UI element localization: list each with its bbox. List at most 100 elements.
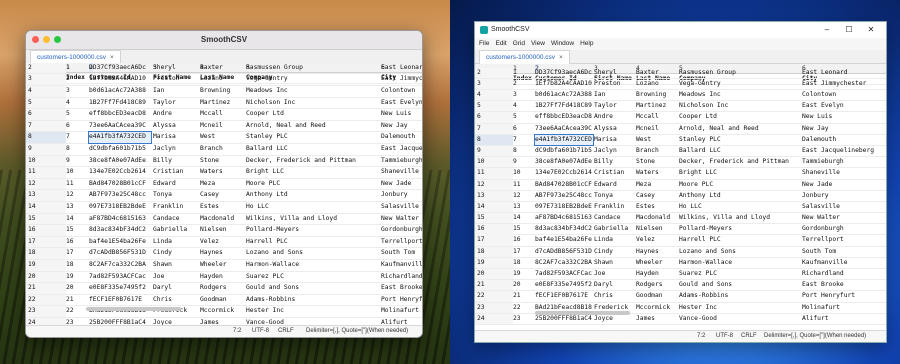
table-cell[interactable]: Cooper Ltd — [246, 109, 378, 120]
table-cell[interactable]: Rodgers — [636, 280, 678, 290]
table-cell[interactable]: Daryl — [594, 280, 635, 290]
table-cell[interactable]: baf4e1E54ba26Fe — [89, 237, 151, 248]
line-ending-indicator[interactable]: CRLF — [741, 331, 757, 342]
csv-grid[interactable]: 1234561IndexCustomer IdFirst NameLast Na… — [26, 63, 422, 325]
table-cell[interactable]: 9 — [66, 156, 88, 167]
table-cell[interactable]: 38ce8fA0e07AdEe — [89, 156, 151, 167]
table-row[interactable]: 7 6 73ee6AaCAcea39C Alyssa Mcneil Arnold, Nea… — [26, 120, 422, 133]
minimize-icon[interactable]: – — [816, 22, 838, 38]
menu-grid[interactable]: Grid — [513, 38, 525, 50]
table-cell[interactable]: West — [200, 132, 245, 143]
table-row[interactable]: 8 7 e4A1fb3fA732CED Marisa West Stanley PLC Da… — [475, 133, 886, 147]
table-cell[interactable]: 2 — [513, 79, 533, 89]
table-row[interactable]: 2 1 DD37Cf93aecA6Dc Sheryl Baxter Rasmussen G… — [26, 63, 422, 75]
table-cell[interactable]: Nielsen — [636, 224, 678, 234]
row-number[interactable]: 22 — [475, 291, 513, 302]
table-cell[interactable]: Cindy — [153, 248, 199, 259]
table-cell[interactable]: Daryl — [153, 283, 199, 294]
table-row[interactable]: 11 10 134e7E02Ccb2614 Cristian Waters Bright … — [26, 167, 422, 179]
table-cell[interactable]: Anthony Ltd — [679, 191, 799, 201]
row-number[interactable]: 15 — [475, 213, 513, 224]
table-cell[interactable]: Franklin — [594, 202, 635, 212]
table-row[interactable]: 18 17 d7cADdB856F531D Cindy Haynes Lozano and… — [475, 246, 886, 258]
row-number[interactable]: 5 — [475, 101, 513, 112]
table-cell[interactable]: Candace — [594, 213, 635, 223]
table-cell[interactable]: 8d3ac834bF34dC2 — [535, 224, 593, 234]
table-cell[interactable]: Wheeler — [636, 258, 678, 268]
encoding-indicator[interactable]: UTF-8 — [716, 331, 733, 342]
table-cell[interactable]: Macdonald — [200, 214, 245, 225]
table-cell[interactable]: Branch — [200, 144, 245, 155]
table-cell[interactable]: Alyssa — [594, 124, 635, 134]
table-row[interactable]: 15 14 aF87BD4c6815163 Candace Macdonald Wilki… — [475, 213, 886, 225]
table-cell[interactable]: Lozano and Sons — [679, 247, 799, 257]
table-cell[interactable]: Ian — [594, 90, 635, 100]
table-cell[interactable]: Tammieburgh — [381, 156, 422, 167]
table-cell[interactable]: Wheeler — [200, 260, 245, 271]
table-cell[interactable]: AB7F973e25C48cc — [535, 191, 593, 201]
table-cell[interactable]: DD37Cf93aecA6Dc — [535, 68, 593, 78]
table-cell[interactable]: Goodman — [636, 291, 678, 301]
table-cell[interactable]: Velez — [200, 237, 245, 248]
table-cell[interactable]: Lozano — [636, 79, 678, 89]
table-row[interactable]: 24 23 25B200FFF8B1aC4 Joyce James Vance-Good A… — [26, 317, 422, 325]
table-row[interactable]: 5 4 1B27Ff7Fd418C89 Taylor Martinez Nicholson… — [26, 97, 422, 110]
table-cell[interactable]: Colontown — [802, 90, 882, 100]
table-cell[interactable]: e4A1fb3fA732CED — [88, 131, 152, 144]
row-number[interactable]: 19 — [26, 259, 66, 271]
table-cell[interactable]: Gabriella — [153, 225, 199, 236]
table-cell[interactable]: 23 — [66, 318, 88, 325]
table-cell[interactable]: Lozano — [200, 74, 245, 85]
table-cell[interactable]: Gordonburgh — [381, 225, 422, 236]
table-cell[interactable]: 18 — [513, 258, 533, 268]
table-cell[interactable]: 7ad82F593ACFCac — [535, 269, 593, 279]
table-row[interactable]: 21 20 e0E8F335e7495f2 Daryl Rodgers Gould and… — [26, 283, 422, 295]
table-cell[interactable]: Kaufmanville — [802, 258, 882, 268]
table-cell[interactable]: 11 — [513, 180, 533, 190]
table-cell[interactable]: Bright LLC — [679, 168, 799, 178]
table-cell[interactable]: dC9dbfa601b71b5 — [89, 144, 151, 155]
row-number[interactable]: 5 — [26, 97, 66, 109]
table-cell[interactable]: 1Ef7b82A4CAAD10 — [535, 79, 593, 89]
table-cell[interactable]: Jaclyn — [153, 144, 199, 155]
row-number[interactable]: 17 — [475, 235, 513, 246]
table-cell[interactable]: Candace — [153, 214, 199, 225]
row-number[interactable]: 7 — [475, 123, 513, 134]
table-cell[interactable]: Harrell PLC — [246, 237, 378, 248]
table-cell[interactable]: Stone — [636, 157, 678, 167]
menu-window[interactable]: Window — [551, 38, 574, 50]
row-number[interactable]: 13 — [26, 190, 66, 201]
table-row[interactable]: 6 5 eff8bbcED3eacD8 Andre Mccall Cooper Ltd Ne… — [475, 112, 886, 124]
table-cell[interactable]: 15 — [513, 224, 533, 234]
table-cell[interactable]: Pollard-Meyers — [679, 224, 799, 234]
close-tab-icon[interactable]: × — [110, 54, 114, 61]
table-cell[interactable]: Meadows Inc — [679, 90, 799, 100]
table-cell[interactable]: New Walter — [802, 213, 882, 223]
encoding-indicator[interactable]: UTF-8 — [252, 326, 269, 337]
table-cell[interactable]: 1B27Ff7Fd418C89 — [89, 98, 151, 109]
table-cell[interactable]: Baxter — [200, 63, 245, 73]
table-cell[interactable]: Linda — [153, 237, 199, 248]
row-number[interactable]: 7 — [26, 120, 66, 132]
table-cell[interactable]: Moore PLC — [679, 180, 799, 190]
table-cell[interactable]: Martinez — [636, 101, 678, 111]
table-cell[interactable]: 18 — [66, 260, 88, 271]
table-cell[interactable]: Joyce — [594, 314, 635, 324]
table-cell[interactable]: Velez — [636, 235, 678, 245]
table-cell[interactable]: Chris — [153, 295, 199, 306]
table-cell[interactable]: Salasville — [381, 202, 422, 213]
table-cell[interactable]: 73ee6AaCAcea39C — [535, 124, 593, 134]
table-cell[interactable]: 8 — [66, 144, 88, 155]
table-cell[interactable]: 2 — [66, 74, 88, 85]
row-number[interactable]: 19 — [475, 257, 513, 269]
table-cell[interactable]: Casey — [200, 190, 245, 201]
table-cell[interactable]: BAd847028B01cCF — [89, 179, 151, 190]
table-cell[interactable]: Vance-Good — [679, 314, 799, 324]
table-cell[interactable]: Shaneville — [802, 168, 882, 178]
table-row[interactable]: 19 18 8C2AF7ca332C2BA Shawn Wheeler Harmon-Wa… — [26, 259, 422, 272]
table-cell[interactable]: DD37Cf93aecA6Dc — [89, 63, 151, 73]
table-cell[interactable]: Vega-Gentry — [246, 74, 378, 85]
table-cell[interactable]: Jaclyn — [594, 146, 635, 156]
row-number[interactable]: 21 — [26, 283, 66, 294]
table-row[interactable]: 14 13 097E7318EB2BdeE Franklin Estes Ho LLC Sa… — [475, 201, 886, 214]
